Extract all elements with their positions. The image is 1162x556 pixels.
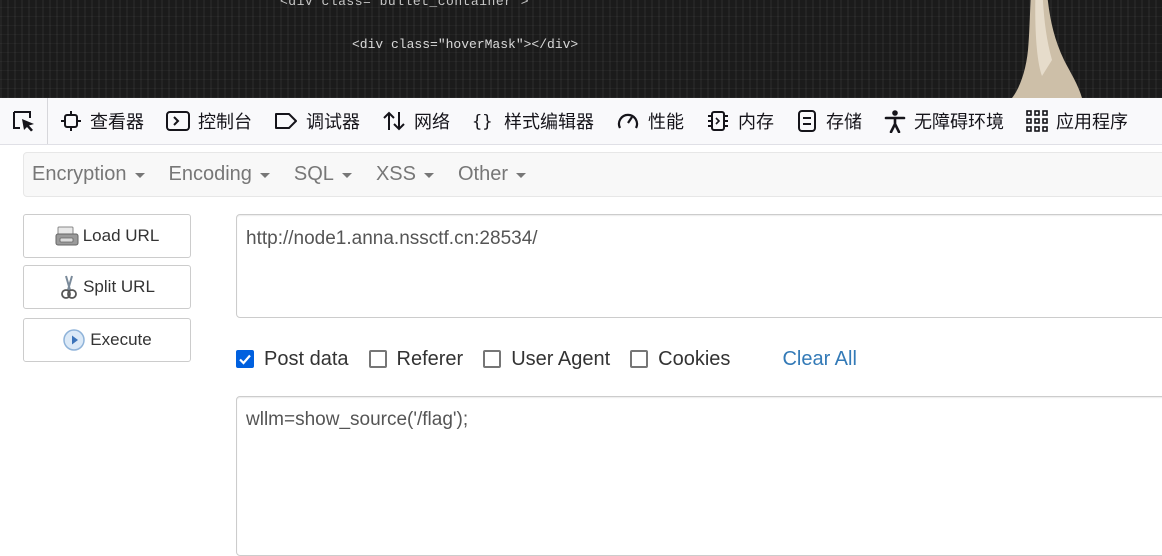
accessibility-icon <box>884 110 906 133</box>
menu-label: Encoding <box>168 163 252 185</box>
banner-code-text: <div class="hoverMask"></div> <box>352 37 579 52</box>
memory-icon <box>708 111 728 131</box>
execute-label: Execute <box>90 330 152 349</box>
network-icon <box>383 111 405 131</box>
load-url-button[interactable]: Load URL <box>23 214 191 258</box>
tab-debugger[interactable]: 调试器 <box>262 98 370 144</box>
svg-text:{}: {} <box>472 112 492 132</box>
storage-icon <box>798 110 816 132</box>
tab-console[interactable]: 控制台 <box>154 98 262 144</box>
banner-figure-silhouette <box>1012 0 1082 98</box>
menu-encoding[interactable]: Encoding <box>161 163 278 186</box>
request-options: Post data Referer User Agent Cookies Cle… <box>236 344 857 374</box>
referer-option[interactable]: Referer <box>368 347 464 371</box>
tab-label: 存储 <box>826 112 862 133</box>
user-agent-option[interactable]: User Agent <box>483 348 610 371</box>
menu-label: SQL <box>293 163 334 185</box>
user-agent-checkbox[interactable] <box>483 350 502 368</box>
split-url-button[interactable]: Split URL <box>23 265 191 309</box>
tab-label: 样式编辑器 <box>504 112 594 133</box>
menu-sql[interactable]: SQL <box>286 163 360 186</box>
tab-style-editor[interactable]: {} 样式编辑器 <box>460 98 604 144</box>
inspector-icon <box>61 111 81 131</box>
url-input[interactable]: http://node1.anna.nssctf.cn:28534/ <box>236 214 1162 318</box>
style-editor-icon: {} <box>472 112 492 132</box>
clear-all-link[interactable]: Clear All <box>782 348 856 371</box>
menu-label: Encryption <box>32 163 127 185</box>
post-data-input[interactable]: wllm=show_source('/flag'); <box>236 396 1162 556</box>
tab-label: 控制台 <box>198 112 252 133</box>
page-banner-image: <div class="bullet_container"> <div clas… <box>0 0 1162 98</box>
tab-accessibility[interactable]: 无障碍环境 <box>872 98 1014 144</box>
application-icon <box>1026 110 1048 132</box>
tab-memory[interactable]: 内存 <box>694 98 784 144</box>
hackbar-menu-bar: Encryption Encoding SQL XSS Other <box>23 152 1162 197</box>
tab-label: 查看器 <box>90 112 144 133</box>
cookies-checkbox[interactable] <box>630 350 649 368</box>
load-url-label: Load URL <box>82 226 160 245</box>
tab-performance[interactable]: 性能 <box>604 98 694 144</box>
scissors-icon <box>59 274 79 300</box>
tab-label: 应用程序 <box>1056 112 1128 133</box>
tab-network[interactable]: 网络 <box>370 98 460 144</box>
tab-inspector[interactable]: 查看器 <box>48 98 154 144</box>
cookies-label: Cookies <box>658 347 731 370</box>
tab-label: 内存 <box>738 112 774 133</box>
load-url-icon <box>55 225 79 247</box>
post-data-label: Post data <box>264 347 349 370</box>
tab-storage[interactable]: 存储 <box>784 98 872 144</box>
menu-label: XSS <box>375 163 416 185</box>
tab-label: 网络 <box>414 112 450 133</box>
referer-label: Referer <box>396 347 464 370</box>
tab-label: 调试器 <box>306 112 360 133</box>
element-picker-icon <box>12 111 34 132</box>
menu-xss[interactable]: XSS <box>368 163 442 186</box>
element-picker-button[interactable] <box>0 98 48 144</box>
user-agent-label: User Agent <box>511 347 611 370</box>
caret-down-icon <box>423 173 434 178</box>
play-icon <box>62 328 86 352</box>
tab-label: 无障碍环境 <box>914 112 1004 133</box>
console-icon <box>166 111 190 131</box>
execute-button[interactable]: Execute <box>23 318 191 362</box>
caret-down-icon <box>516 173 526 178</box>
caret-down-icon <box>341 173 352 178</box>
banner-code-text: <div class="bullet_container"> <box>280 0 530 9</box>
tab-application[interactable]: 应用程序 <box>1014 98 1138 144</box>
performance-icon <box>617 113 639 129</box>
menu-encryption[interactable]: Encryption <box>24 163 153 186</box>
checkmark-icon <box>239 354 251 365</box>
debugger-icon <box>275 113 297 129</box>
menu-other[interactable]: Other <box>450 163 534 186</box>
split-url-label: Split URL <box>83 277 155 296</box>
banner-texture <box>0 0 1162 98</box>
referer-checkbox[interactable] <box>368 350 387 368</box>
tab-label: 性能 <box>648 112 684 133</box>
devtools-toolbar: 查看器 控制台 调试器 网络 {} 样式编辑器 性能 内存 存储 无障碍环境 应… <box>0 98 1162 145</box>
post-data-option[interactable]: Post data <box>236 348 349 371</box>
caret-down-icon <box>134 173 145 178</box>
post-data-checkbox[interactable] <box>236 350 254 368</box>
cookies-option[interactable]: Cookies <box>630 348 730 371</box>
caret-down-icon <box>259 173 270 178</box>
menu-label: Other <box>457 163 508 185</box>
